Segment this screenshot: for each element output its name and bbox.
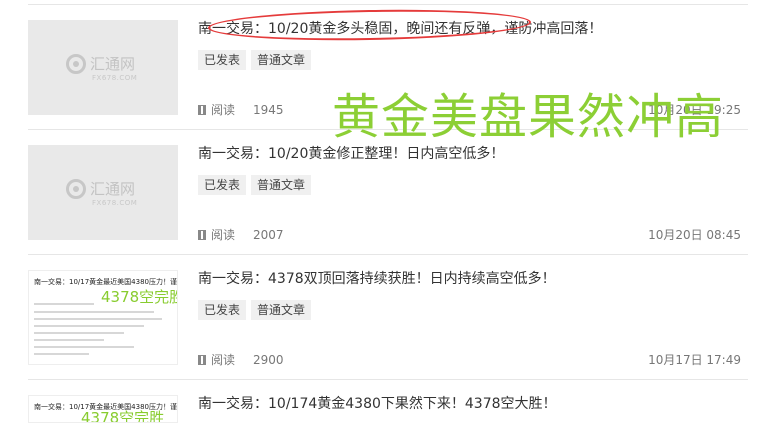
- book-icon: [198, 104, 206, 115]
- type-tag: 普通文章: [251, 300, 312, 320]
- article-title[interactable]: 南一交易：10/174黄金4380下果然下来！4378空大胜！: [198, 393, 557, 413]
- text-line: [34, 325, 144, 327]
- brand-logo-icon: [66, 179, 86, 199]
- list-item[interactable]: 汇通网 FX678.COM 南一交易：10/20黄金修正整理！日内高空低多！ 已…: [28, 129, 748, 254]
- text-line: [34, 303, 94, 305]
- article-thumbnail[interactable]: 南一交易：10/17黄金最近美国4380压力！谨防冲高回落 4378空完胜: [28, 395, 178, 423]
- type-tag: 普通文章: [251, 50, 312, 70]
- overlay-caption: 黄金美盘果然冲高: [332, 89, 725, 145]
- read-count: 阅读 2007: [198, 226, 284, 243]
- watermark-logo: 汇通网: [66, 54, 135, 74]
- article-thumbnail[interactable]: 南一交易：10/17黄金最近美国4380压力！谨防冲高回落 4378空完胜: [28, 270, 178, 365]
- status-tag: 已发表: [198, 300, 247, 320]
- publish-date: 10月20日 08:45: [648, 228, 741, 242]
- read-count: 阅读 2900: [198, 351, 284, 368]
- text-line: [34, 353, 89, 355]
- text-line: [34, 311, 154, 313]
- tag-group: 已发表 普通文章: [198, 50, 312, 70]
- status-tag: 已发表: [198, 175, 247, 195]
- brand-logo-icon: [66, 54, 86, 74]
- tag-group: 已发表 普通文章: [198, 175, 312, 195]
- text-line: [34, 339, 104, 341]
- watermark-logo: 汇通网: [66, 179, 135, 199]
- article-thumbnail[interactable]: 汇通网 FX678.COM: [28, 145, 178, 240]
- text-line: [34, 332, 124, 334]
- tag-group: 已发表 普通文章: [198, 300, 312, 320]
- book-icon: [198, 354, 206, 365]
- read-count: 阅读 1945: [198, 101, 284, 118]
- type-tag: 普通文章: [251, 175, 312, 195]
- list-item[interactable]: 南一交易：10/17黄金最近美国4380压力！谨防冲高回落 4378空完胜 南一…: [28, 254, 748, 379]
- list-item[interactable]: 南一交易：10/17黄金最近美国4380压力！谨防冲高回落 4378空完胜 南一…: [28, 379, 748, 423]
- book-icon: [198, 229, 206, 240]
- article-title[interactable]: 南一交易：4378双顶回落持续获胜！日内持续高空低多！: [198, 268, 556, 288]
- status-tag: 已发表: [198, 50, 247, 70]
- text-line: [34, 346, 134, 348]
- publish-date: 10月17日 17:49: [648, 353, 741, 367]
- text-line: [34, 318, 162, 320]
- article-thumbnail[interactable]: 汇通网 FX678.COM: [28, 20, 178, 115]
